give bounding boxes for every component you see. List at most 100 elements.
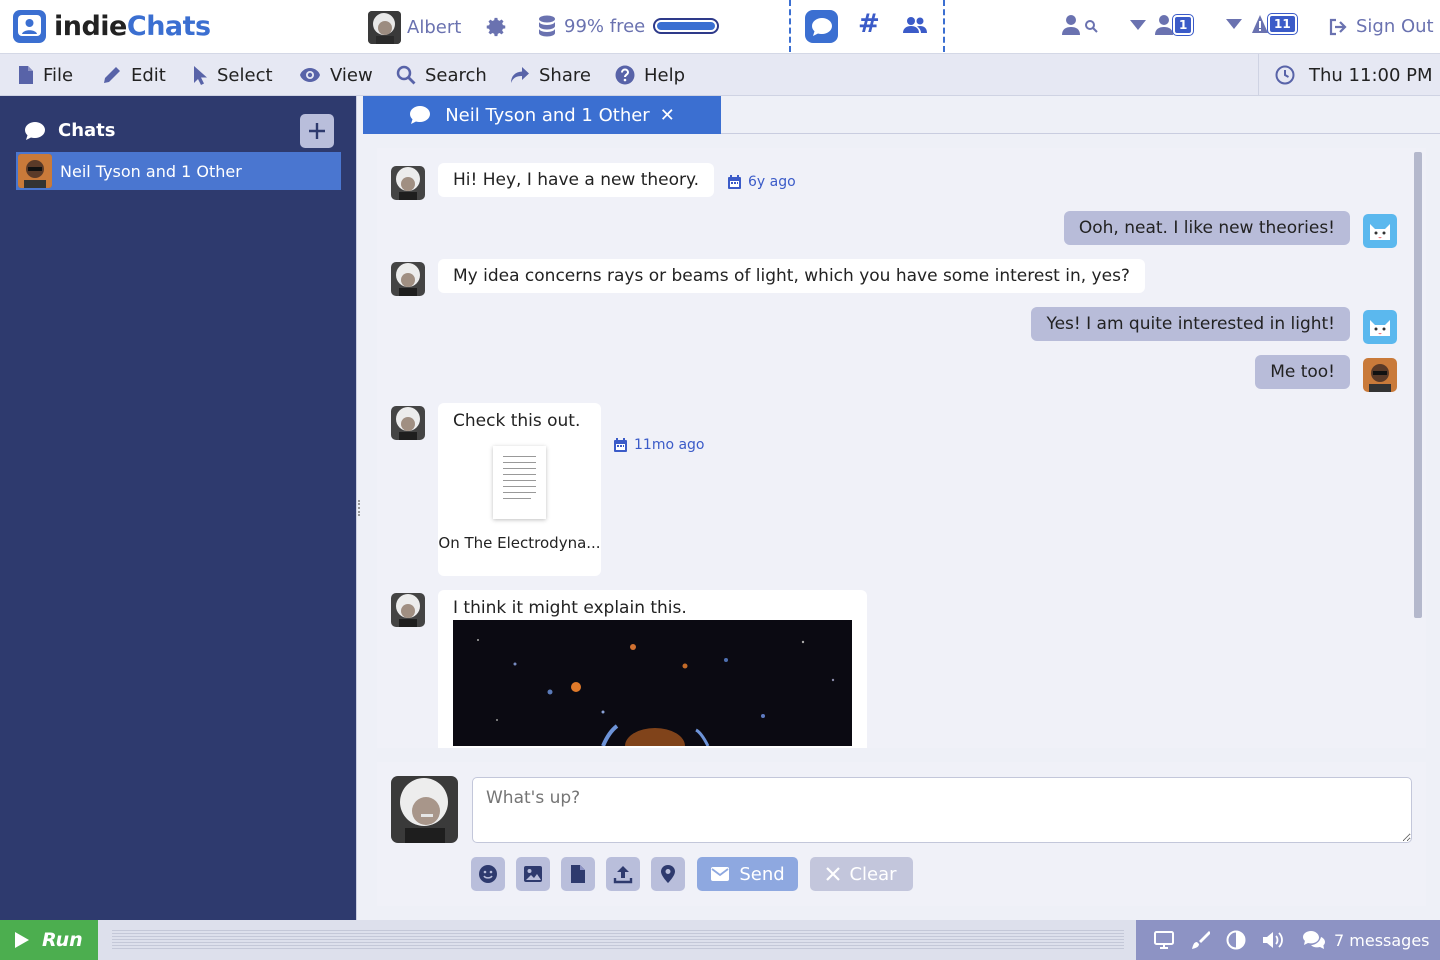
menu-help-label: Help <box>644 64 686 86</box>
user-search-button[interactable] <box>1062 14 1100 36</box>
app-logo[interactable]: indieChats <box>12 9 211 44</box>
send-button[interactable]: Send <box>697 857 798 891</box>
tab-chat[interactable]: Neil Tyson and 1 Other ✕ <box>363 96 721 134</box>
pointer-icon <box>194 66 207 85</box>
menu-edit-label: Edit <box>131 64 166 86</box>
space-photo[interactable] <box>453 620 852 746</box>
message-bubble[interactable]: Yes! I am quite interested in light! <box>1031 307 1350 341</box>
menu-edit[interactable]: Edit <box>102 54 166 96</box>
user-name: Albert <box>407 17 462 38</box>
run-button[interactable]: Run <box>0 920 98 960</box>
attachment-name[interactable]: On The Electrodyna... <box>438 533 601 553</box>
user-avatar <box>368 11 401 44</box>
menu-search[interactable]: Search <box>396 54 487 96</box>
contrast-icon[interactable] <box>1226 930 1246 950</box>
message-timestamp[interactable]: 6y ago <box>728 174 796 190</box>
sign-out-label: Sign Out <box>1356 16 1434 37</box>
new-chat-button[interactable] <box>300 114 334 148</box>
message-timestamp[interactable]: 11mo ago <box>614 437 705 453</box>
menu-bar: File Edit Select View Search Share Help … <box>0 54 1440 96</box>
chats-heading: Chats <box>24 120 116 141</box>
document-thumbnail[interactable] <box>493 446 546 519</box>
clear-button[interactable]: Clear <box>810 857 913 891</box>
sidebar: Chats Neil Tyson and 1 Other <box>0 96 356 920</box>
upload-button[interactable] <box>606 857 640 891</box>
brush-icon[interactable] <box>1190 930 1210 950</box>
tab-label: Neil Tyson and 1 Other <box>445 104 650 126</box>
chevron-down-icon <box>1130 20 1146 30</box>
run-label: Run <box>42 929 83 951</box>
clock-icon <box>1275 65 1295 85</box>
pencil-icon <box>104 67 120 83</box>
close-icon[interactable]: ✕ <box>660 105 675 126</box>
image-button[interactable] <box>516 857 550 891</box>
chevron-down-icon <box>1226 19 1242 29</box>
message-bubble[interactable]: Me too! <box>1255 355 1350 389</box>
menu-help[interactable]: Help <box>615 54 685 96</box>
file-button[interactable] <box>561 857 595 891</box>
menu-search-label: Search <box>425 64 487 86</box>
messages-icon[interactable] <box>1302 930 1326 950</box>
menu-view[interactable]: View <box>299 54 373 96</box>
emoji-button[interactable] <box>471 857 505 891</box>
logo-text-indie: indie <box>54 11 127 42</box>
people-icon[interactable] <box>903 15 927 35</box>
channels-hash-icon[interactable]: # <box>858 9 880 39</box>
monitor-icon[interactable] <box>1154 931 1174 949</box>
chat-avatar <box>18 154 52 188</box>
play-icon <box>15 932 29 948</box>
albert-avatar <box>391 262 425 296</box>
storage-bar <box>653 18 720 34</box>
location-button[interactable] <box>651 857 685 891</box>
albert-avatar <box>391 593 425 627</box>
menu-select-label: Select <box>217 64 273 86</box>
logo-icon <box>12 9 47 44</box>
sign-out-button[interactable]: Sign Out <box>1328 16 1434 37</box>
file-message-bubble[interactable]: Check this out. On The Electrodyna... <box>438 403 601 576</box>
menu-file[interactable]: File <box>18 54 73 96</box>
tab-bar: Neil Tyson and 1 Other ✕ <box>363 96 1440 134</box>
image-message-bubble[interactable]: I think it might explain this. <box>438 590 867 748</box>
message-text: I think it might explain this. <box>453 598 687 618</box>
file-icon <box>19 66 33 84</box>
clear-label: Clear <box>849 863 897 885</box>
clock: Thu 11:00 PM <box>1258 54 1440 96</box>
composer-avatar <box>391 776 458 843</box>
clock-text: Thu 11:00 PM <box>1309 64 1433 86</box>
image-icon <box>524 866 542 882</box>
close-icon <box>826 867 841 881</box>
message-bubble[interactable]: Ooh, neat. I like new theories! <box>1063 211 1350 245</box>
cat-avatar <box>1363 214 1397 248</box>
menu-share[interactable]: Share <box>510 54 591 96</box>
warning-icon <box>1252 14 1268 34</box>
message-bubble[interactable]: Hi! Hey, I have a new theory. <box>438 163 715 197</box>
chat-item-label: Neil Tyson and 1 Other <box>60 161 242 181</box>
message-input[interactable] <box>472 777 1412 843</box>
help-icon <box>615 65 635 85</box>
menu-share-label: Share <box>539 64 591 86</box>
sidebar-chat-item[interactable]: Neil Tyson and 1 Other <box>16 152 341 190</box>
splitter-handle[interactable] <box>358 500 361 516</box>
menu-select[interactable]: Select <box>192 54 273 96</box>
current-user[interactable]: Albert <box>368 11 461 44</box>
storage-indicator[interactable]: 99% free <box>538 15 720 37</box>
message-count: 7 messages <box>1334 930 1430 950</box>
envelope-icon <box>711 867 730 881</box>
contacts-dropdown[interactable]: 1 <box>1130 14 1194 36</box>
message-bubble[interactable]: My idea concerns rays or beams of light,… <box>438 259 1145 293</box>
scrollbar[interactable] <box>1414 152 1422 618</box>
log-strip <box>112 930 1124 950</box>
logo-text-chats: Chats <box>126 11 211 42</box>
chat-mode-button[interactable] <box>805 10 838 43</box>
albert-avatar <box>391 406 425 440</box>
volume-icon[interactable] <box>1262 930 1286 950</box>
user-search-icon <box>1062 14 1100 36</box>
chat-bubble-icon <box>25 121 45 140</box>
composer: Send Clear <box>377 762 1426 906</box>
alerts-badge: 11 <box>1268 14 1297 34</box>
albert-avatar <box>391 166 425 200</box>
message-list[interactable]: Hi! Hey, I have a new theory. 6y ago Ooh… <box>377 148 1426 748</box>
gear-icon[interactable] <box>486 16 508 38</box>
alerts-dropdown[interactable]: 11 <box>1226 14 1297 34</box>
chat-bubble-icon <box>811 17 832 36</box>
